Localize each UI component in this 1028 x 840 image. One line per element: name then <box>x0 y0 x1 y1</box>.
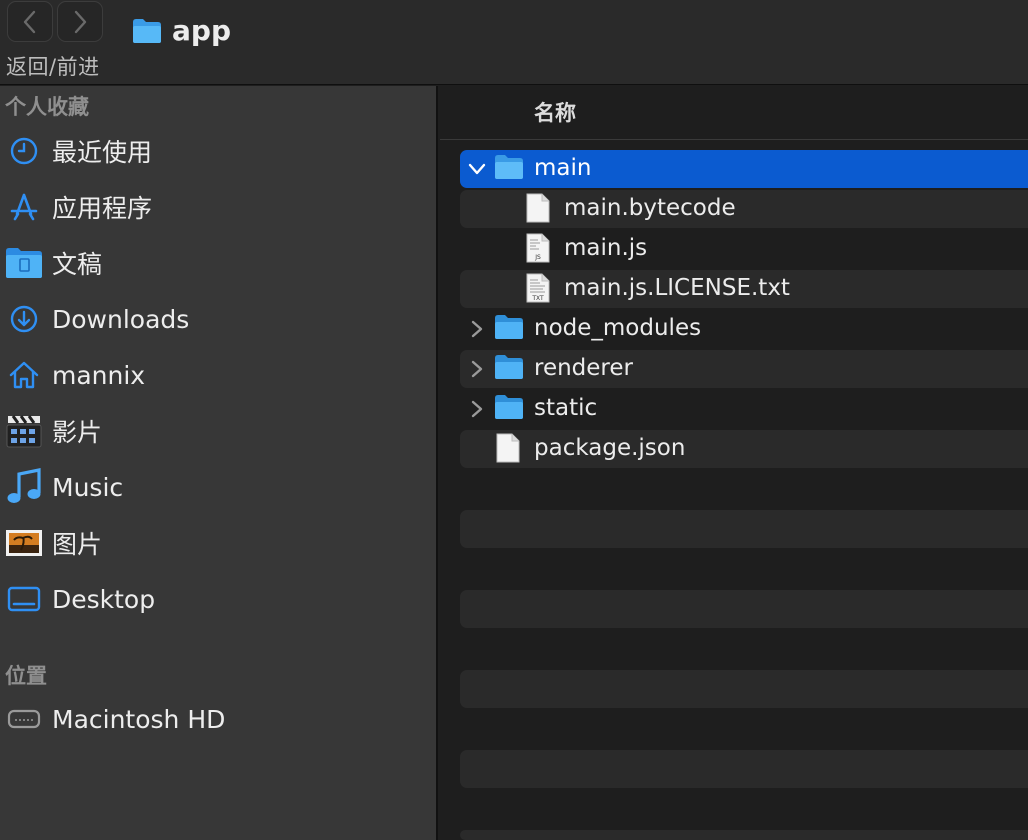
sidebar-item-label: 图片 <box>52 530 103 559</box>
sidebar: 个人收藏 最近使用 应用程序 文稿 Downloads mannix 影片 Mu… <box>0 86 438 840</box>
sidebar-item-label: 最近使用 <box>52 138 153 167</box>
chevron-right-icon[interactable] <box>468 399 486 419</box>
file-name: renderer <box>534 355 633 381</box>
folder-icon <box>133 18 161 43</box>
pictures-icon <box>4 523 44 563</box>
home-icon <box>4 355 44 395</box>
window-title-text: app <box>172 14 231 47</box>
sidebar-item-label: 应用程序 <box>52 194 153 223</box>
file-name: main.js.LICENSE.txt <box>564 275 790 301</box>
sidebar-item-music[interactable]: Music <box>0 462 436 512</box>
sidebar-item-macintosh-hd[interactable]: Macintosh HD <box>0 694 436 744</box>
sidebar-item-home[interactable]: mannix <box>0 350 436 400</box>
file-list: 名称 main main.bytecode JS main.js TXT mai… <box>440 86 1028 840</box>
sidebar-item-label: Desktop <box>52 584 156 614</box>
sidebar-item-movies[interactable]: 影片 <box>0 406 436 456</box>
empty-row-stripe <box>460 750 1028 788</box>
favorites-header: 个人收藏 <box>5 95 89 119</box>
movies-clapper-icon <box>4 411 44 451</box>
nav-button-group <box>7 1 103 42</box>
file-icon <box>496 433 520 467</box>
desktop-icon <box>4 579 44 619</box>
file-badge: JS <box>534 254 541 261</box>
file-name: static <box>534 395 598 421</box>
file-icon <box>526 193 550 227</box>
file-row-main[interactable]: main <box>460 150 1028 188</box>
back-button[interactable] <box>7 1 53 42</box>
sidebar-item-pictures[interactable]: 图片 <box>0 518 436 568</box>
nav-caption: 返回/前进 <box>6 55 100 79</box>
clock-icon <box>4 131 44 171</box>
file-row-main-js-license-txt[interactable]: TXT main.js.LICENSE.txt <box>460 270 1028 308</box>
file-name: main <box>534 155 592 181</box>
folder-icon <box>494 153 524 185</box>
sidebar-item-applications[interactable]: 应用程序 <box>0 182 436 232</box>
window-title: app <box>132 14 231 47</box>
empty-row-stripe <box>460 590 1028 628</box>
toolbar: 返回/前进 app <box>0 0 1028 85</box>
sidebar-item-label: 影片 <box>52 418 103 447</box>
file-row-main-js[interactable]: JS main.js <box>460 230 1028 268</box>
sidebar-item-downloads[interactable]: Downloads <box>0 294 436 344</box>
file-row-node-modules[interactable]: node_modules <box>460 310 1028 348</box>
file-row-package-json[interactable]: package.json <box>460 430 1028 468</box>
sidebar-item-label: mannix <box>52 360 146 390</box>
documents-folder-icon <box>4 243 44 283</box>
sidebar-item-label: Music <box>52 472 124 502</box>
file-row-main-bytecode[interactable]: main.bytecode <box>460 190 1028 228</box>
file-name: package.json <box>534 435 686 461</box>
empty-row-stripe <box>460 670 1028 708</box>
empty-row-stripe <box>460 510 1028 548</box>
forward-button[interactable] <box>57 1 103 42</box>
folder-icon <box>494 393 524 425</box>
folder-icon <box>494 353 524 385</box>
applications-icon <box>4 187 44 227</box>
js-file-icon: JS <box>526 233 550 267</box>
file-badge: TXT <box>531 295 544 302</box>
chevron-right-icon[interactable] <box>468 359 486 379</box>
file-name: main.js <box>564 235 648 261</box>
sidebar-item-label: Downloads <box>52 304 190 334</box>
hard-drive-icon <box>4 699 44 739</box>
download-icon <box>4 299 44 339</box>
chevron-right-icon[interactable] <box>468 319 486 339</box>
sidebar-item-recents[interactable]: 最近使用 <box>0 126 436 176</box>
file-name: node_modules <box>534 315 702 341</box>
sidebar-item-label: Macintosh HD <box>52 704 226 734</box>
txt-file-icon: TXT <box>526 273 550 307</box>
folder-icon <box>494 313 524 345</box>
empty-row-stripe <box>460 830 1028 840</box>
locations-header: 位置 <box>5 664 47 688</box>
column-header-label: 名称 <box>534 101 576 125</box>
file-row-renderer[interactable]: renderer <box>460 350 1028 388</box>
column-header-name[interactable]: 名称 <box>440 86 1028 140</box>
sidebar-item-desktop[interactable]: Desktop <box>0 574 436 624</box>
chevron-right-icon <box>74 10 87 33</box>
file-row-static[interactable]: static <box>460 390 1028 428</box>
chevron-down-icon[interactable] <box>468 159 486 179</box>
chevron-left-icon <box>23 10 36 33</box>
sidebar-item-label: 文稿 <box>52 250 103 279</box>
music-note-icon <box>4 467 44 507</box>
file-name: main.bytecode <box>564 195 736 221</box>
sidebar-item-documents[interactable]: 文稿 <box>0 238 436 288</box>
